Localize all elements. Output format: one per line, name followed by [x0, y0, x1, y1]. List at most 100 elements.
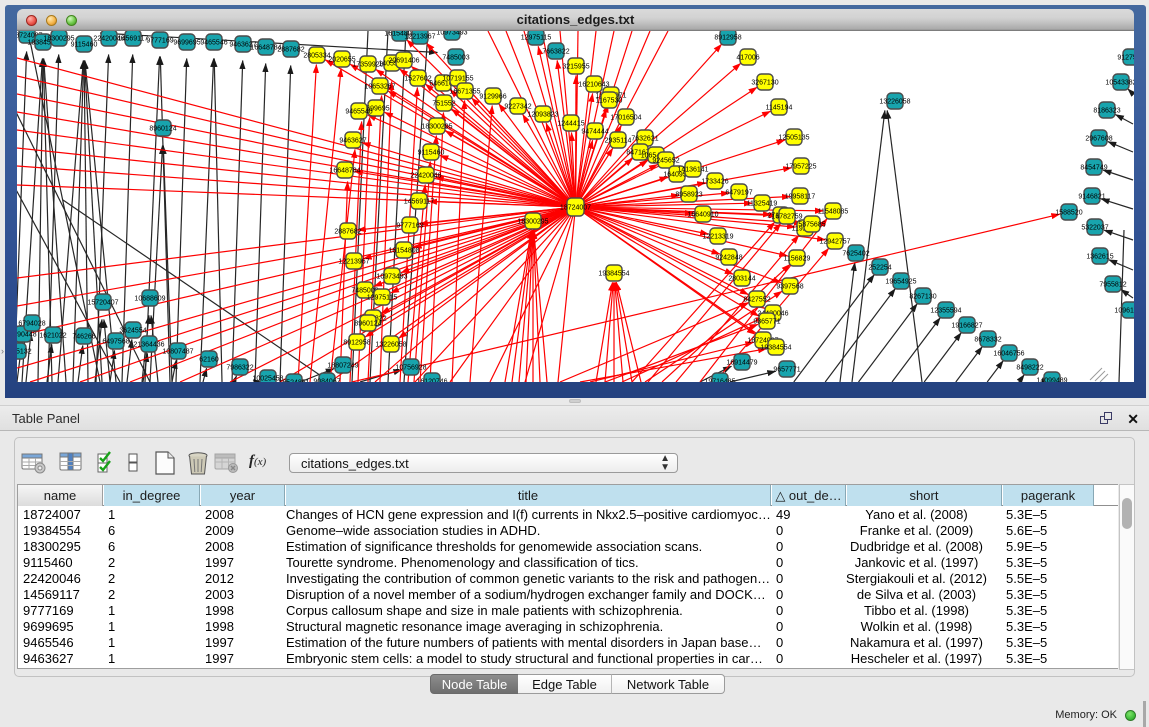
svg-text:8267130: 8267130 [909, 294, 936, 301]
svg-text:9474444: 9474444 [581, 129, 608, 136]
svg-text:1733426: 1733426 [701, 179, 728, 186]
svg-text:8912958: 8912958 [343, 340, 370, 347]
svg-text:17957225: 17957225 [785, 164, 816, 171]
svg-text:1167530: 1167530 [596, 98, 623, 105]
svg-text:1145194: 1145194 [766, 105, 793, 112]
svg-text:12975115: 12975115 [521, 35, 552, 42]
svg-text:9657771: 9657771 [773, 367, 800, 374]
svg-text:1244415: 1244415 [557, 121, 584, 128]
svg-text:21364436: 21364436 [133, 342, 164, 349]
svg-text:11325419: 11325419 [747, 201, 778, 208]
svg-text:16671355: 16671355 [449, 89, 480, 96]
svg-text:9465546: 9465546 [200, 40, 227, 47]
svg-text:9242848: 9242848 [715, 255, 742, 262]
svg-text:11548085: 11548085 [818, 209, 849, 216]
svg-text:1156829: 1156829 [784, 256, 811, 263]
svg-text:18300295: 18300295 [517, 219, 548, 226]
svg-text:2803144: 2803144 [728, 276, 755, 283]
svg-text:8427552: 8427552 [743, 297, 770, 304]
svg-text:14569117: 14569117 [118, 36, 149, 43]
svg-text:417006: 417006 [736, 55, 759, 62]
svg-text:2887682: 2887682 [277, 47, 304, 54]
svg-text:19958117: 19958117 [785, 194, 816, 201]
svg-text:9365771: 9365771 [753, 319, 780, 326]
svg-text:7986322: 7986322 [226, 365, 253, 372]
svg-text:7663822: 7663822 [542, 49, 569, 56]
svg-text:9084067: 9084067 [313, 379, 340, 382]
svg-text:8960124: 8960124 [149, 126, 176, 133]
svg-text:9115460: 9115460 [71, 42, 98, 49]
svg-text:19716485: 19716485 [704, 379, 735, 382]
svg-text:9465546: 9465546 [345, 109, 372, 116]
svg-text:12093823: 12093823 [527, 112, 558, 119]
svg-text:19384554: 19384554 [760, 345, 791, 352]
svg-text:2935114: 2935114 [605, 138, 632, 145]
svg-text:9777169: 9777169 [146, 38, 173, 45]
svg-text:8990448: 8990448 [17, 332, 37, 339]
svg-text:252254: 252254 [868, 265, 891, 272]
svg-text:2887682: 2887682 [334, 229, 361, 236]
svg-text:8186323: 8186323 [1093, 108, 1120, 115]
svg-text:9397568: 9397568 [776, 284, 803, 291]
svg-text:9777169: 9777169 [396, 223, 423, 230]
svg-text:1362615: 1362615 [1086, 254, 1113, 261]
svg-text:9245652: 9245652 [652, 158, 679, 165]
svg-text:746266: 746266 [72, 334, 95, 341]
svg-text:6497568: 6497568 [102, 339, 129, 346]
svg-text:12505135: 12505135 [778, 135, 809, 142]
svg-text:3267130: 3267130 [751, 80, 778, 87]
svg-text:12213967: 12213967 [404, 34, 435, 41]
svg-text:12213967: 12213967 [338, 259, 369, 266]
svg-text:9699695: 9699695 [173, 40, 200, 47]
svg-text:1588520: 1588520 [1055, 210, 1082, 217]
svg-text:17016504: 17016504 [610, 115, 641, 122]
svg-text:7625402: 7625402 [842, 251, 869, 258]
svg-text:7955812: 7955812 [1099, 282, 1126, 289]
svg-text:10543382: 10543382 [1105, 80, 1134, 87]
svg-text:9463627: 9463627 [339, 138, 366, 145]
svg-text:9115460: 9115460 [418, 150, 445, 157]
svg-text:10653267: 10653267 [364, 84, 395, 91]
svg-text:10961766: 10961766 [1114, 308, 1134, 315]
svg-text:8960124: 8960124 [354, 321, 381, 328]
svg-text:1527602: 1527602 [404, 76, 431, 83]
svg-text:751552: 751552 [432, 101, 455, 108]
svg-text:20691406: 20691406 [388, 58, 419, 65]
svg-text:12975115: 12975115 [367, 295, 398, 302]
svg-text:6794028: 6794028 [18, 321, 45, 328]
svg-text:8958923: 8958923 [675, 192, 702, 199]
svg-text:5875685: 5875685 [798, 222, 825, 229]
svg-text:13226058: 13226058 [879, 99, 910, 106]
svg-text:8454749: 8454749 [1080, 165, 1107, 172]
svg-text:19166827: 19166827 [951, 323, 982, 330]
svg-text:16640910: 16640910 [687, 212, 718, 219]
svg-text:8678332: 8678332 [974, 337, 1001, 344]
svg-text:12213319: 12213319 [702, 234, 733, 241]
svg-text:10719155: 10719155 [442, 76, 473, 83]
svg-text:13226058: 13226058 [375, 342, 406, 349]
svg-text:8498222: 8498222 [1016, 365, 1043, 372]
svg-text:14569117: 14569117 [404, 199, 435, 206]
svg-text:8912958: 8912958 [714, 35, 741, 42]
svg-text:2967608: 2967608 [1085, 136, 1112, 143]
svg-text:6479197: 6479197 [725, 190, 752, 197]
svg-text:16524851: 16524851 [278, 380, 309, 382]
svg-text:10807487: 10807487 [162, 349, 193, 356]
svg-text:5322037: 5322037 [1081, 225, 1108, 232]
svg-text:18300295: 18300295 [421, 124, 452, 131]
svg-text:9146821: 9146821 [1078, 194, 1105, 201]
svg-text:3624554: 3624554 [119, 328, 146, 335]
svg-text:16914479: 16914479 [726, 360, 757, 367]
svg-text:18724007: 18724007 [560, 205, 591, 212]
svg-text:12355594: 12355594 [930, 308, 961, 315]
svg-text:18807249: 18807249 [327, 363, 358, 370]
svg-text:9127503: 9127503 [1117, 55, 1134, 62]
svg-text:15720407: 15720407 [87, 300, 118, 307]
svg-text:16046756: 16046756 [993, 351, 1024, 358]
svg-text:19384554: 19384554 [598, 271, 629, 278]
svg-text:10688609: 10688609 [134, 296, 165, 303]
svg-text:9227342: 9227342 [504, 104, 531, 111]
svg-text:1615132: 1615132 [17, 349, 32, 356]
svg-text:3215955: 3215955 [562, 64, 589, 71]
svg-text:7485003: 7485003 [442, 55, 469, 62]
